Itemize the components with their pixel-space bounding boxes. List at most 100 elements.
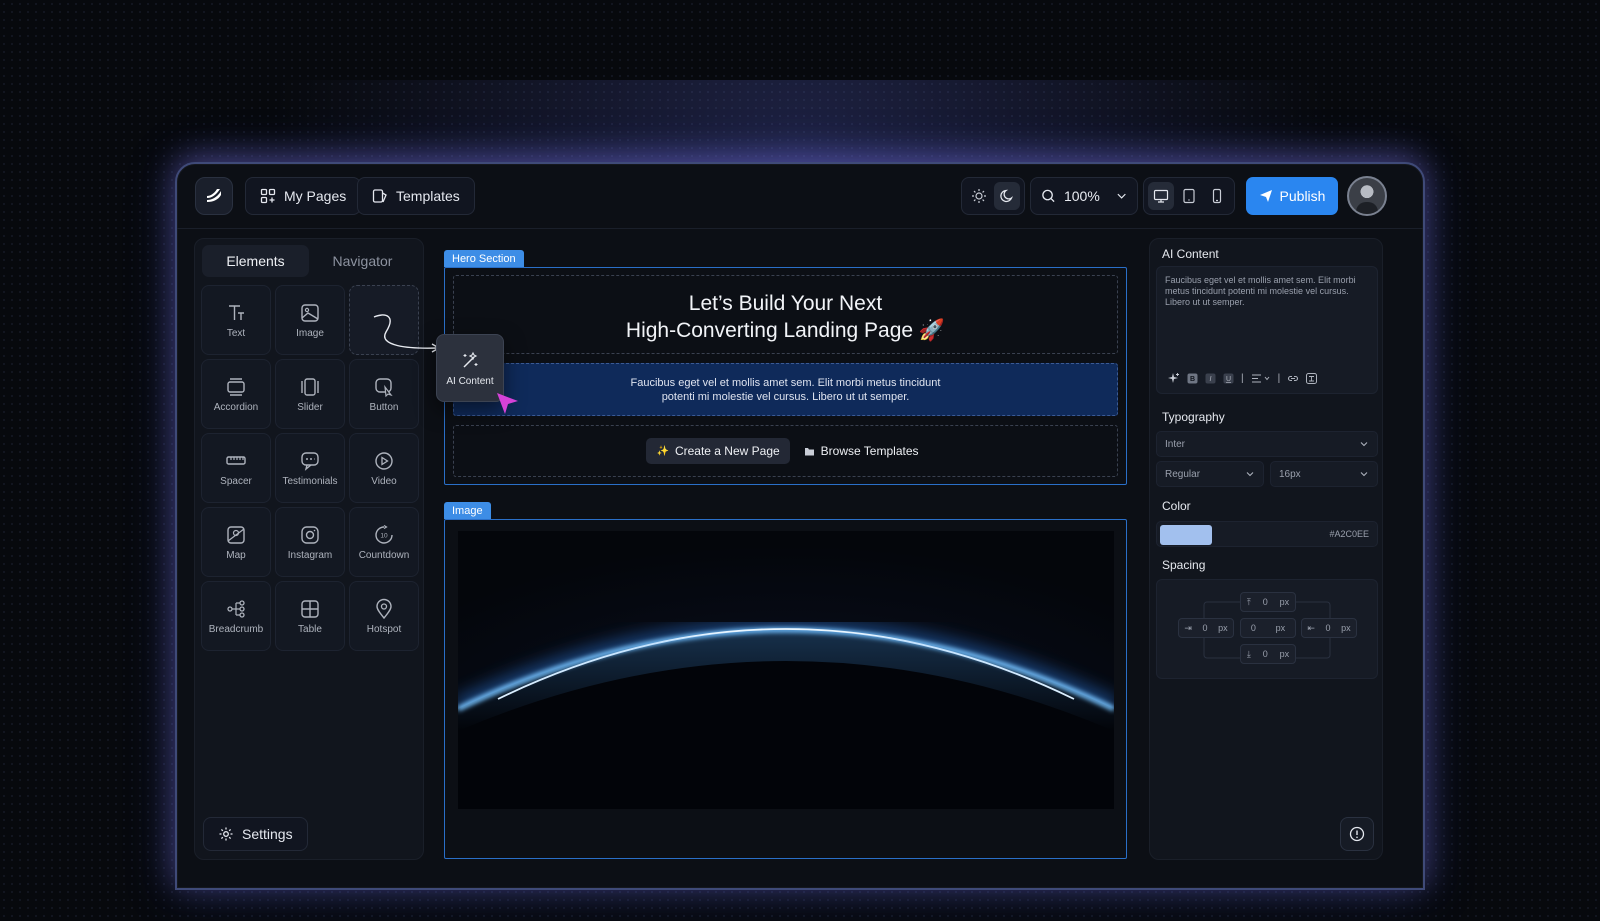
- color-hex-value: #A2C0EE: [1329, 529, 1369, 539]
- templates-icon: [372, 189, 387, 203]
- browse-templates-label: Browse Templates: [820, 444, 919, 458]
- panel-tabs: Elements Navigator: [202, 245, 416, 277]
- element-testimonials[interactable]: Testimonials: [275, 433, 345, 503]
- spacing-top-input[interactable]: ⤒ 0 px: [1240, 592, 1296, 612]
- element-countdown[interactable]: 10 Countdown: [349, 507, 419, 577]
- element-breadcrumb[interactable]: Breadcrumb: [201, 581, 271, 651]
- element-label: Spacer: [220, 475, 252, 487]
- zoom-value: 100%: [1063, 188, 1100, 204]
- help-button[interactable]: [1340, 817, 1374, 851]
- element-map[interactable]: Map: [201, 507, 271, 577]
- element-slider[interactable]: Slider: [275, 359, 345, 429]
- element-hotspot[interactable]: Hotspot: [349, 581, 419, 651]
- page-canvas: Hero Section Let’s Build Your Next High-…: [444, 238, 1129, 860]
- horizon-graphic: [458, 531, 1114, 809]
- browse-templates-button[interactable]: Browse Templates: [798, 438, 925, 464]
- chevron-down-icon: [1360, 442, 1368, 447]
- templates-button[interactable]: Templates: [357, 177, 475, 215]
- hero-title-line-1: Let’s Build Your Next: [688, 292, 883, 315]
- color-swatch[interactable]: [1160, 525, 1212, 545]
- moon-icon: [1000, 189, 1013, 203]
- hero-title-line-2: High-Converting Landing Page 🚀: [625, 319, 946, 342]
- instagram-icon: [301, 525, 319, 544]
- desktop-view-button[interactable]: [1148, 182, 1174, 210]
- my-pages-button[interactable]: My Pages: [245, 177, 362, 215]
- spacing-right-input[interactable]: ⇤ 0 px: [1301, 618, 1357, 638]
- bold-icon[interactable]: B: [1187, 373, 1198, 384]
- underline-icon[interactable]: U: [1223, 373, 1234, 384]
- light-mode-button[interactable]: [966, 182, 992, 210]
- sparkle-icon: ✨: [656, 445, 669, 457]
- folder-icon: [804, 447, 814, 455]
- map-icon: [227, 525, 245, 544]
- accordion-icon: [227, 377, 245, 396]
- spacing-title: Spacing: [1162, 558, 1206, 572]
- ai-content-label: AI Content: [446, 376, 494, 387]
- hero-description-line-1: Faucibus eget vel et mollis amet sem. El…: [630, 377, 941, 389]
- element-text[interactable]: Text: [201, 285, 271, 355]
- ai-content-textarea[interactable]: Faucibus eget vel et mollis amet sem. El…: [1156, 266, 1378, 394]
- element-label: Testimonials: [282, 475, 338, 487]
- cursor-pointer-icon: [497, 393, 518, 414]
- italic-icon[interactable]: I: [1205, 373, 1216, 384]
- ai-sparkle-icon[interactable]: [1167, 372, 1180, 385]
- arrow-down-icon: ⤓: [1246, 648, 1251, 659]
- user-avatar[interactable]: [1347, 176, 1387, 216]
- ai-content-text: Faucibus eget vel et mollis amet sem. El…: [1165, 275, 1356, 307]
- color-field[interactable]: #A2C0EE: [1156, 521, 1378, 547]
- font-weight-select[interactable]: Regular: [1156, 461, 1264, 487]
- element-instagram[interactable]: Instagram: [275, 507, 345, 577]
- tablet-view-button[interactable]: [1176, 182, 1202, 210]
- dark-mode-button[interactable]: [994, 182, 1020, 210]
- unit-label: px: [1279, 597, 1290, 607]
- svg-text:10: 10: [380, 532, 388, 539]
- align-left-icon[interactable]: [1251, 373, 1271, 384]
- element-label: Accordion: [213, 401, 259, 413]
- hero-heading-block[interactable]: Let’s Build Your Next High-Converting La…: [453, 275, 1118, 354]
- zoom-control[interactable]: 100%: [1030, 177, 1138, 215]
- create-page-button[interactable]: ✨ Create a New Page: [646, 438, 790, 464]
- font-family-select[interactable]: Inter: [1156, 431, 1378, 457]
- hero-description-block[interactable]: Faucibus eget vel et mollis amet sem. El…: [453, 363, 1118, 416]
- image-section-tag[interactable]: Image: [444, 502, 491, 519]
- clear-format-icon[interactable]: [1306, 373, 1318, 384]
- element-button[interactable]: Button: [349, 359, 419, 429]
- element-label: Map: [226, 549, 246, 561]
- link-icon[interactable]: [1287, 373, 1299, 384]
- tab-navigator[interactable]: Navigator: [309, 245, 416, 277]
- element-spacer[interactable]: Spacer: [201, 433, 271, 503]
- hero-section-tag[interactable]: Hero Section: [444, 250, 524, 267]
- grid-icon: [260, 188, 276, 204]
- element-label: Button: [369, 401, 399, 413]
- element-label: Video: [371, 475, 397, 487]
- font-size-select[interactable]: 16px: [1270, 461, 1378, 487]
- element-video[interactable]: Video: [349, 433, 419, 503]
- element-label: Table: [298, 623, 322, 635]
- app-logo[interactable]: [195, 177, 233, 215]
- element-accordion[interactable]: Accordion: [201, 359, 271, 429]
- search-icon: [1042, 189, 1055, 203]
- spacing-left-input[interactable]: ⇥ 0 px: [1178, 618, 1234, 638]
- spacing-center-input[interactable]: 0 px: [1240, 618, 1296, 638]
- image-section[interactable]: [444, 519, 1127, 859]
- tab-elements[interactable]: Elements: [202, 245, 309, 277]
- unit-label: px: [1275, 623, 1286, 633]
- typography-title: Typography: [1162, 410, 1225, 424]
- dragged-ai-content-element[interactable]: AI Content: [436, 334, 504, 402]
- spacing-bottom-input[interactable]: ⤓ 0 px: [1240, 644, 1296, 664]
- play-icon: [375, 451, 393, 470]
- slider-icon: [301, 377, 319, 396]
- settings-button[interactable]: Settings: [203, 817, 308, 851]
- desktop-icon: [1153, 189, 1169, 203]
- mobile-view-button[interactable]: [1204, 182, 1230, 210]
- ai-content-title: AI Content: [1162, 247, 1219, 261]
- magic-wand-icon: [463, 351, 478, 368]
- properties-panel: AI Content Faucibus eget vel et mollis a…: [1149, 238, 1383, 860]
- hero-section[interactable]: Let’s Build Your Next High-Converting La…: [444, 267, 1127, 485]
- device-toggle: [1143, 177, 1235, 215]
- planet-horizon-image: [458, 531, 1114, 809]
- element-image[interactable]: Image: [275, 285, 345, 355]
- publish-button[interactable]: Publish: [1246, 177, 1338, 215]
- location-pin-icon: [376, 598, 392, 619]
- element-table[interactable]: Table: [275, 581, 345, 651]
